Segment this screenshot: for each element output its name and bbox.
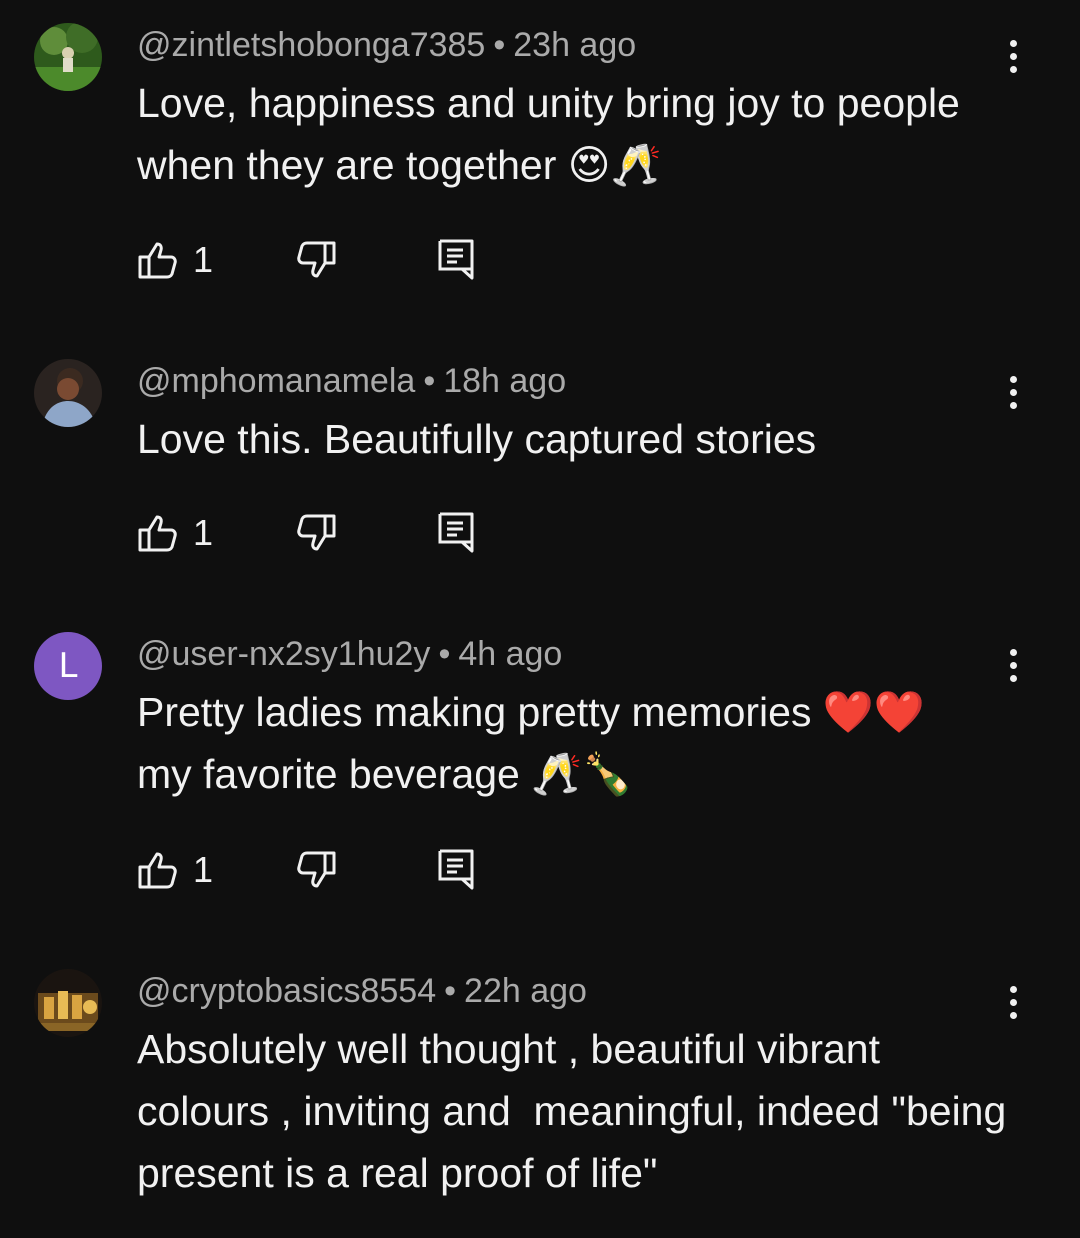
separator: •	[493, 26, 506, 64]
avatar[interactable]: L	[34, 632, 102, 700]
more-vert-icon[interactable]	[996, 982, 1030, 1022]
separator: •	[444, 972, 457, 1010]
comment-time: 4h ago	[458, 635, 563, 673]
comment-meta: @user-nx2sy1hu2y • 4h ago	[137, 634, 562, 674]
like-count: 1	[193, 512, 214, 553]
like-count: 1	[193, 239, 214, 280]
reply-icon[interactable]	[437, 238, 475, 280]
like-icon[interactable]	[137, 513, 179, 553]
comment-author[interactable]: @zintletshobonga7385	[137, 26, 485, 64]
dislike-icon[interactable]	[295, 240, 337, 280]
comment-time: 22h ago	[464, 972, 587, 1010]
comment-meta: @zintletshobonga7385 • 23h ago	[137, 25, 636, 65]
like-count: 1	[193, 849, 214, 890]
more-vert-icon[interactable]	[996, 645, 1030, 685]
more-vert-icon[interactable]	[996, 372, 1030, 412]
avatar[interactable]	[34, 23, 102, 91]
comment-text: Love, happiness and unity bring joy to p…	[137, 80, 972, 188]
avatar[interactable]	[34, 359, 102, 427]
comment-meta: @cryptobasics8554 • 22h ago	[137, 971, 587, 1011]
more-vert-icon[interactable]	[996, 36, 1030, 76]
separator: •	[438, 635, 451, 673]
comment-author[interactable]: @mphomanamela	[137, 362, 415, 400]
comment-text: Absolutely well thought , beautiful vibr…	[137, 1026, 1018, 1196]
reply-icon[interactable]	[437, 511, 475, 553]
comment-time: 23h ago	[513, 26, 637, 64]
dislike-icon[interactable]	[295, 513, 337, 553]
like-icon[interactable]	[137, 850, 179, 890]
dislike-icon[interactable]	[295, 850, 337, 890]
comment-author[interactable]: @cryptobasics8554	[137, 972, 436, 1010]
comment-text: Love this. Beautifully captured stories	[137, 416, 817, 462]
like-icon[interactable]	[137, 240, 179, 280]
comment-author[interactable]: @user-nx2sy1hu2y	[137, 635, 430, 673]
comment-text: Pretty ladies making pretty memories ❤️❤…	[137, 689, 925, 797]
separator: •	[423, 362, 436, 400]
comment-meta: @mphomanamela • 18h ago	[137, 361, 566, 401]
comment-time: 18h ago	[443, 362, 567, 400]
reply-icon[interactable]	[437, 848, 475, 890]
avatar[interactable]	[34, 969, 102, 1037]
